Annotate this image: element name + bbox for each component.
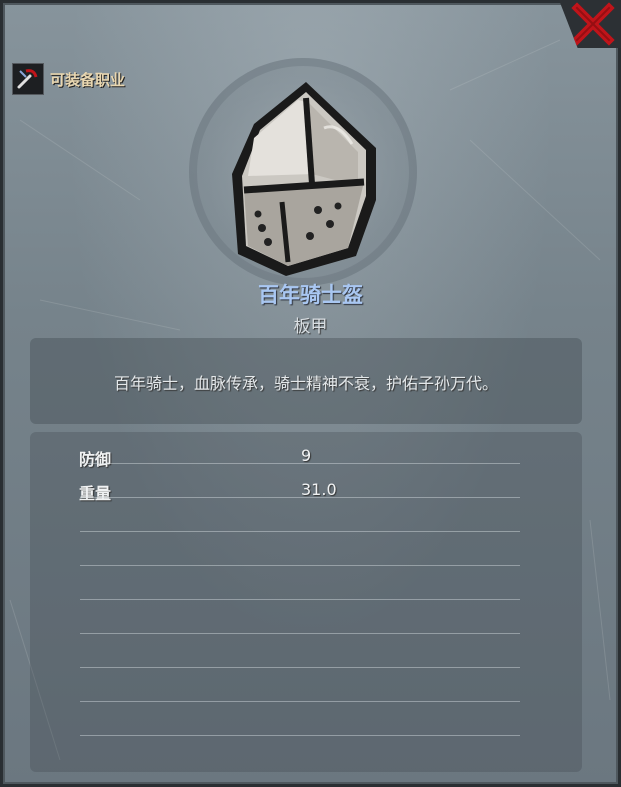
item-description: 百年骑士，血脉传承，骑士精神不衰，护佑子孙万代。 <box>113 374 498 393</box>
stat-label-weight: 重量 <box>79 484 112 503</box>
stat-divider <box>80 497 520 498</box>
stat-divider <box>80 599 520 600</box>
knight-helmet-icon <box>232 82 376 276</box>
stat-divider <box>80 735 520 736</box>
equip-class-label: 可装备职业 <box>50 70 126 89</box>
stat-divider <box>80 565 520 566</box>
stat-divider <box>80 531 520 532</box>
item-type: 板甲 <box>293 317 328 337</box>
stat-divider <box>80 463 520 464</box>
stat-divider <box>80 701 520 702</box>
equip-class-button[interactable]: 可装备职业 <box>12 63 125 95</box>
stat-divider <box>80 667 520 668</box>
close-x-icon <box>571 2 615 46</box>
stat-divider <box>80 633 520 634</box>
item-name: 百年骑士盔 <box>258 283 363 307</box>
stat-label-defense: 防御 <box>79 450 112 469</box>
class-emblem-icon <box>12 63 44 95</box>
